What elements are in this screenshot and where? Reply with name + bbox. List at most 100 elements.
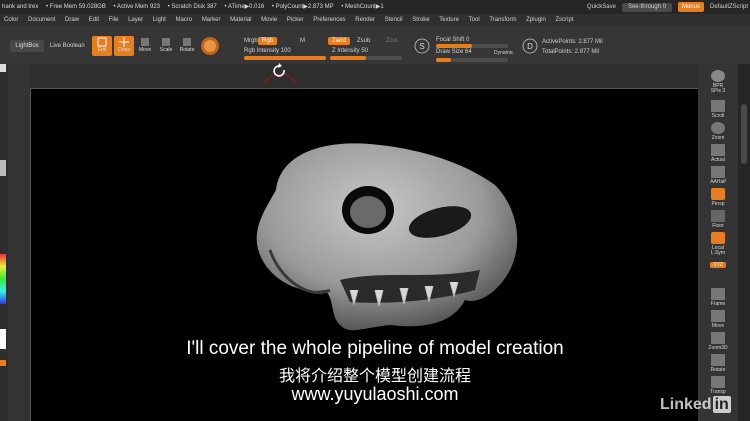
aahalf-button[interactable]: AAHalf <box>702 164 734 188</box>
menu-file[interactable]: File <box>109 17 119 23</box>
zadd-button[interactable]: Zadd <box>328 37 350 45</box>
default-zscript-button[interactable]: DefaultZScript <box>710 0 748 14</box>
draw-icon <box>119 37 129 47</box>
linkedin-logo-text: Linked <box>660 396 712 413</box>
m-button[interactable]: M <box>300 38 305 44</box>
edit-button[interactable]: Edit <box>92 36 112 56</box>
active-points: ActivePoints: 2.877 Mil <box>542 39 603 45</box>
dynamic-toggle[interactable]: Dynamic <box>494 50 513 56</box>
skull-model[interactable] <box>240 130 530 340</box>
actual-icon <box>711 144 725 156</box>
frame-icon <box>711 288 725 300</box>
draw-size-fill <box>436 58 452 62</box>
scroll-button[interactable]: Scroll <box>702 98 734 122</box>
z-intensity-slider[interactable] <box>330 56 402 60</box>
menu-stencil[interactable]: Stencil <box>385 17 403 23</box>
menu-preferences[interactable]: Preferences <box>313 17 345 23</box>
move-view-button[interactable]: Move <box>702 308 734 332</box>
subtitle-english: I'll cover the whole pipeline of model c… <box>186 338 564 359</box>
xyz-label: XYZ <box>710 262 726 268</box>
menus-button[interactable]: Menus <box>677 2 704 12</box>
menu-layer[interactable]: Layer <box>128 17 143 23</box>
bpr-icon <box>711 70 725 82</box>
mrgb-button[interactable]: Mrgb <box>244 38 258 44</box>
title-bar: hank and trex • Free Mem 59.028GB • Acti… <box>0 0 750 14</box>
status-stats: hank and trex • Free Mem 59.028GB • Acti… <box>2 0 390 14</box>
actual-label: Actual <box>711 157 725 163</box>
zoom-icon <box>711 122 725 134</box>
menu-light[interactable]: Light <box>153 17 166 23</box>
edit-label: Edit <box>97 47 107 53</box>
free-mem: • Free Mem 59.028GB <box>46 4 106 10</box>
menu-movie[interactable]: Movie <box>261 17 277 23</box>
xyz-button[interactable]: XYZ <box>702 262 734 272</box>
active-mem: • Active Mem 923 <box>113 4 160 10</box>
zsub-button[interactable]: Zsub <box>357 38 370 44</box>
menu-transform[interactable]: Transform <box>489 17 516 23</box>
draw-size-slider[interactable] <box>436 58 508 62</box>
menu-material[interactable]: Material <box>230 17 251 23</box>
focal-shift-slider[interactable] <box>436 44 508 48</box>
brush-swatch[interactable] <box>0 64 6 72</box>
stroke-swatch[interactable] <box>0 160 6 176</box>
menu-marker[interactable]: Marker <box>202 17 221 23</box>
s-icon: S <box>414 38 430 54</box>
top-shelf: LightBox Live Boolean Edit Draw Move Sca… <box>0 26 750 64</box>
menu-render[interactable]: Render <box>355 17 375 23</box>
see-through-slider[interactable]: See-through 0 <box>621 2 672 12</box>
brush-icon[interactable] <box>200 36 220 56</box>
frame-label: Frame <box>710 301 726 307</box>
lsym-button[interactable]: L.Sym <box>702 250 734 262</box>
scale-button[interactable]: Scale <box>156 36 176 56</box>
scroll-label: Scroll <box>711 113 725 119</box>
move-icon <box>141 38 149 46</box>
lsym-label: L.Sym <box>710 250 726 256</box>
menu-stroke[interactable]: Stroke <box>412 17 429 23</box>
atime: • ATime▶0.016 <box>224 4 265 10</box>
menu-draw[interactable]: Draw <box>65 17 79 23</box>
draw-size-label: Draw Size 64 <box>436 49 472 55</box>
menu-texture[interactable]: Texture <box>439 17 459 23</box>
subtitle-chinese: 我将介绍整个模型创建流程 <box>278 366 471 385</box>
draw-label: Draw <box>118 47 130 53</box>
quicksave-button[interactable]: QuickSave <box>587 0 616 14</box>
floor-button[interactable]: Floor <box>702 208 734 232</box>
svg-text:S: S <box>419 42 424 51</box>
focal-shift-label: Focal Shift 0 <box>436 37 470 43</box>
menu-picker[interactable]: Picker <box>287 17 304 23</box>
rotate-icon <box>183 38 191 46</box>
scrollbar-thumb[interactable] <box>741 104 747 164</box>
aahalf-icon <box>711 166 725 178</box>
menu-macro[interactable]: Macro <box>175 17 192 23</box>
menu-color[interactable]: Color <box>4 17 18 23</box>
linkedin-logo: Linked in <box>660 396 731 414</box>
persp-button[interactable]: Persp <box>702 186 734 210</box>
scroll-icon <box>711 100 725 112</box>
draw-button[interactable]: Draw <box>114 36 134 56</box>
rotate-cursor-icon <box>263 63 297 85</box>
actual-button[interactable]: Actual <box>702 142 734 166</box>
rotate-button[interactable]: Rotate <box>177 36 197 56</box>
menu-tool[interactable]: Tool <box>469 17 480 23</box>
hand-icon <box>711 310 725 322</box>
d-icon: D <box>522 38 538 54</box>
menu-zplugin[interactable]: Zplugin <box>526 17 546 23</box>
zoom-label: Zoom <box>711 135 725 141</box>
move-button[interactable]: Move <box>135 36 155 56</box>
aahalf-label: AAHalf <box>710 179 726 185</box>
menu-document[interactable]: Document <box>28 17 55 23</box>
frame-button[interactable]: Frame <box>702 286 734 310</box>
total-points: TotalPoints: 2.877 Mil <box>542 49 600 55</box>
menu-edit[interactable]: Edit <box>89 17 99 23</box>
menu-bar: Color Document Draw Edit File Layer Ligh… <box>0 14 750 26</box>
scale-label: Scale <box>159 47 173 53</box>
scale-icon <box>162 38 170 46</box>
menu-zscript[interactable]: Zscript <box>556 17 574 23</box>
zcut-button[interactable]: Zcut <box>386 38 398 44</box>
live-boolean-button[interactable]: Live Boolean <box>50 43 85 49</box>
spix-label: SPix 3 <box>710 88 726 94</box>
color-picker[interactable] <box>0 254 6 304</box>
zoom-button[interactable]: Zoom <box>702 120 734 144</box>
rgb-button[interactable]: Rgb <box>258 37 278 45</box>
lightbox-button[interactable]: LightBox <box>10 40 44 52</box>
